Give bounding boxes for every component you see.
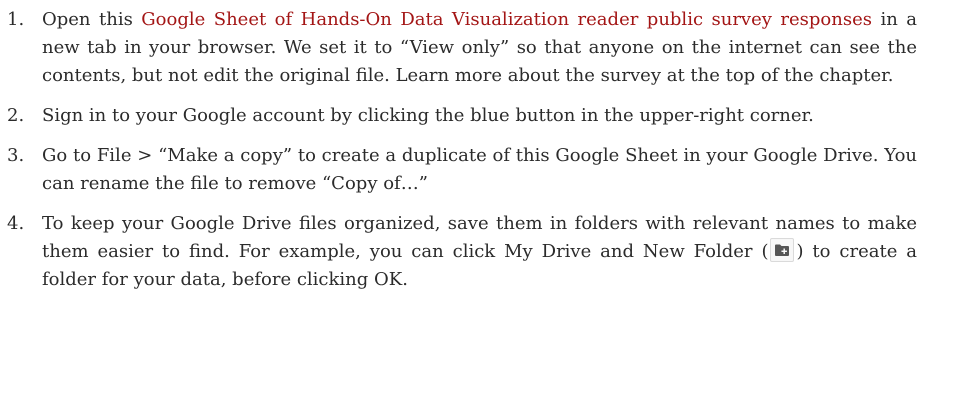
new-folder-icon[interactable] xyxy=(770,238,795,262)
step-text: Sign in to your Google account by clicki… xyxy=(42,105,814,126)
list-item: 2. Sign in to your Google account by cli… xyxy=(0,102,917,130)
step-number: 2. xyxy=(7,105,25,126)
survey-sheet-link[interactable]: Google Sheet of Hands-On Data Visualizat… xyxy=(141,9,872,30)
list-item: 3. Go to File > “Make a copy” to create … xyxy=(0,142,917,198)
list-item: 4. To keep your Google Drive files organ… xyxy=(0,210,917,294)
instruction-list: 1. Open this Google Sheet of Hands-On Da… xyxy=(0,0,957,294)
step-text-before: Open this xyxy=(42,9,142,30)
step-text: Go to File > “Make a copy” to create a d… xyxy=(42,145,917,194)
step-number: 1. xyxy=(7,9,25,30)
step-number: 4. xyxy=(7,213,25,234)
step-number: 3. xyxy=(7,145,25,166)
list-item: 1. Open this Google Sheet of Hands-On Da… xyxy=(0,6,917,90)
